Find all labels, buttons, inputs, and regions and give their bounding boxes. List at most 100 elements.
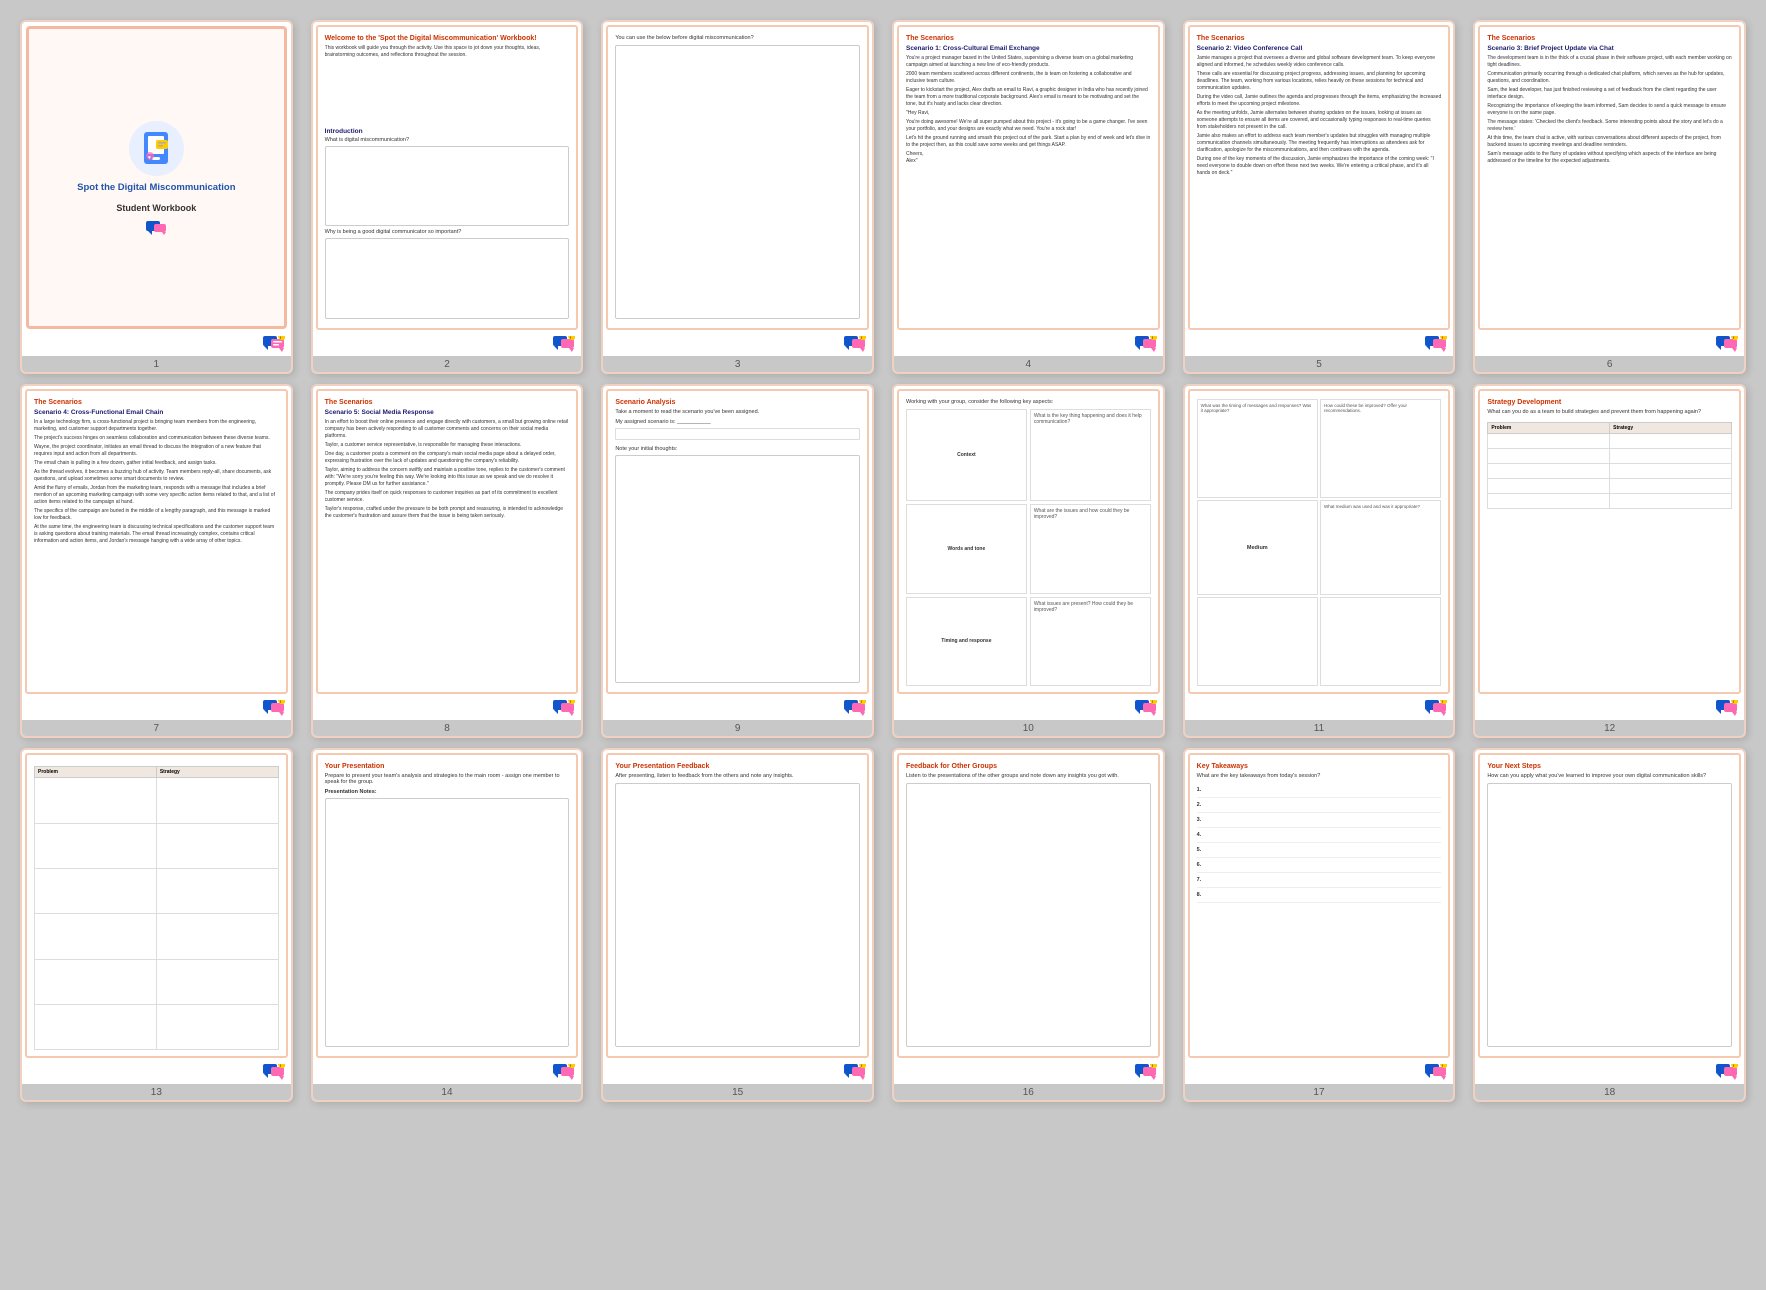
page-2-footer: !: [313, 333, 582, 356]
strategy-cell: [1610, 479, 1732, 494]
svg-text:!: !: [861, 336, 862, 340]
page10-prompt: Working with your group, consider the fo…: [906, 399, 1151, 405]
footer-icon-12: !: [1716, 700, 1738, 716]
table-row: [35, 959, 279, 1004]
takeaway-3: 3.: [1197, 817, 1442, 828]
footer-icon-13: !: [263, 1064, 285, 1080]
svg-text:!: !: [570, 1064, 571, 1068]
table-row: [35, 868, 279, 913]
strategy-table: Problem Strategy: [1487, 422, 1732, 509]
right-col-header: What is the key thing happening and does…: [1034, 413, 1147, 425]
page-16-footer: !: [894, 1061, 1163, 1084]
footer-icon-14: !: [553, 1064, 575, 1080]
page2-header: Welcome to the 'Spot the Digital Miscomm…: [325, 35, 570, 42]
svg-text:!: !: [861, 700, 862, 704]
table-row: [1488, 464, 1732, 479]
footer-icon-9: !: [844, 700, 866, 716]
svg-text:!: !: [1152, 700, 1153, 704]
page-2: Welcome to the 'Spot the Digital Miscomm…: [311, 20, 584, 374]
page-grid-row3: Problem Strategy: [20, 748, 1746, 1102]
page-10-footer: !: [894, 697, 1163, 720]
footer-icon-6: !: [1716, 336, 1738, 352]
phone-icon: ♥: [136, 128, 176, 168]
page-number-18: 18: [1475, 1084, 1744, 1100]
page-1-footer: !: [22, 333, 291, 356]
page7-header: The Scenarios: [34, 399, 279, 406]
svg-text:!: !: [1733, 336, 1734, 340]
timing-label: Timing and response: [941, 638, 991, 644]
context-label: Context: [957, 452, 976, 458]
takeaway-5: 5.: [1197, 847, 1442, 858]
page-number-13: 13: [22, 1084, 291, 1100]
page14-notes-area: [325, 798, 570, 1047]
svg-text:!: !: [1442, 1064, 1443, 1068]
takeaways-list: 1. 2. 3. 4. 5. 6. 7. 8.: [1197, 787, 1442, 907]
svg-text:!: !: [861, 1064, 862, 1068]
page-number-6: 6: [1475, 356, 1744, 372]
page-5-footer: !: [1185, 333, 1454, 356]
page9-prompt2: Note your initial thoughts:: [615, 446, 860, 452]
strategy-cell: [156, 1004, 278, 1049]
page-17: Key Takeaways What are the key takeaways…: [1183, 748, 1456, 1102]
page2-answer2: [325, 238, 570, 319]
page17-prompt: What are the key takeaways from today's …: [1197, 773, 1442, 779]
page-number-17: 17: [1185, 1084, 1454, 1100]
problem-cell: [1488, 464, 1610, 479]
page2-intro-label: Introduction: [325, 128, 570, 135]
svg-text:!: !: [1733, 700, 1734, 704]
footer-icon-2: !: [553, 336, 575, 352]
svg-text:!: !: [1152, 336, 1153, 340]
page2-body: This workbook will guide you through the…: [325, 45, 570, 124]
medium-label: Medium: [1247, 545, 1268, 551]
page-18: Your Next Steps How can you apply what y…: [1473, 748, 1746, 1102]
words-tone-cell: Words and tone: [906, 504, 1027, 594]
words-tone-label: Words and tone: [948, 546, 986, 552]
page-4-footer: !: [894, 333, 1163, 356]
footer-icon-5: !: [1425, 336, 1447, 352]
page4-title: Scenario 1: Cross-Cultural Email Exchang…: [906, 45, 1151, 52]
medium-right: What medium was used and was it appropri…: [1320, 500, 1441, 595]
page-number-5: 5: [1185, 356, 1454, 372]
footer-icon-15: !: [844, 1064, 866, 1080]
page4-header: The Scenarios: [906, 35, 1151, 42]
table-row: [1488, 479, 1732, 494]
timing-desc: What issues are present? How could they …: [1034, 601, 1147, 613]
page-12: Strategy Development What can you do as …: [1473, 384, 1746, 738]
medium-cell: Medium: [1197, 500, 1318, 595]
takeaway-8: 8.: [1197, 892, 1442, 903]
timing-right: What issues are present? How could they …: [1030, 597, 1151, 687]
svg-text:♥: ♥: [148, 155, 151, 161]
page9-line1: [615, 428, 860, 440]
page-13-footer: !: [22, 1061, 291, 1084]
page9-header: Scenario Analysis: [615, 399, 860, 406]
col-strategy: Strategy: [1610, 423, 1732, 434]
page8-header: The Scenarios: [325, 399, 570, 406]
page-15: Your Presentation Feedback After present…: [601, 748, 874, 1102]
page-8-footer: !: [313, 697, 582, 720]
page5-body: Jamie manages a project that oversees a …: [1197, 55, 1442, 322]
page-number-15: 15: [603, 1084, 872, 1100]
page-16: Feedback for Other Groups Listen to the …: [892, 748, 1165, 1102]
page-14-footer: !: [313, 1061, 582, 1084]
page-number-9: 9: [603, 720, 872, 736]
cover-title: Spot the Digital Miscommunication: [77, 182, 235, 194]
bottom-right: [1320, 597, 1441, 686]
table-row: [35, 778, 279, 823]
page-9-footer: !: [603, 697, 872, 720]
page-3: You can use the below before digital mis…: [601, 20, 874, 374]
words-tone-desc: What are the issues and how could they b…: [1034, 508, 1147, 520]
page2-answer1: [325, 146, 570, 227]
page7-body: In a large technology firm, a cross-func…: [34, 419, 279, 686]
page17-header: Key Takeaways: [1197, 763, 1442, 770]
svg-text:!: !: [280, 336, 281, 340]
page-4: The Scenarios Scenario 1: Cross-Cultural…: [892, 20, 1165, 374]
page-number-16: 16: [894, 1084, 1163, 1100]
timing-cell: Timing and response: [906, 597, 1027, 687]
page-number-12: 12: [1475, 720, 1744, 736]
page-5: The Scenarios Scenario 2: Video Conferen…: [1183, 20, 1456, 374]
svg-text:!: !: [280, 700, 281, 704]
chat-icon-cover: [146, 221, 166, 235]
page-number-3: 3: [603, 356, 872, 372]
strategy-cell: [1610, 494, 1732, 509]
page4-body: You're a project manager based in the Un…: [906, 55, 1151, 322]
